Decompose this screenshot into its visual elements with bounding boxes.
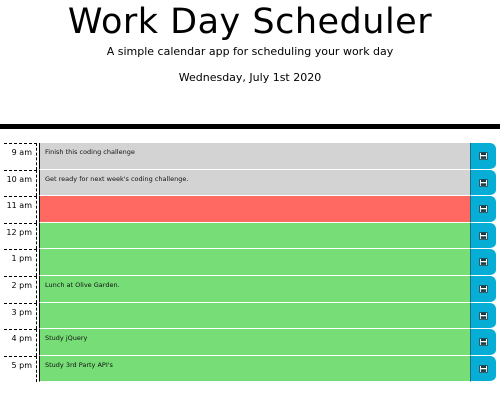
save-button[interactable]	[470, 275, 496, 303]
time-block-row: 5 pm Study 3rd Party API's	[0, 355, 500, 383]
page-subtitle: A simple calendar app for scheduling you…	[106, 45, 394, 58]
save-button[interactable]	[470, 196, 496, 223]
current-day: Wednesday, July 1st 2020	[178, 71, 322, 84]
hour-label: 5 pm	[4, 355, 37, 383]
header-divider	[0, 124, 500, 129]
time-block-row: 12 pm	[0, 222, 500, 250]
time-block-row: 9 am Finish this coding challenge	[0, 143, 500, 170]
save-button[interactable]	[470, 302, 496, 330]
page-title: Work Day Scheduler	[67, 2, 433, 42]
event-description[interactable]: Study 3rd Party API's	[39, 355, 470, 383]
hour-label: 12 pm	[4, 222, 37, 250]
floppy-disk-icon	[479, 285, 488, 293]
hour-label: 11 am	[4, 196, 37, 223]
save-button[interactable]	[470, 169, 496, 197]
event-description[interactable]: Finish this coding challenge	[39, 143, 470, 170]
hour-label: 9 am	[4, 143, 37, 170]
header-jumbotron: Work Day Scheduler A simple calendar app…	[0, 0, 500, 129]
time-block-row: 3 pm	[0, 302, 500, 330]
event-description[interactable]: Lunch at Olive Garden.	[39, 275, 470, 303]
planner: 9 am Finish this coding challenge 10 am Get…	[0, 143, 500, 383]
floppy-disk-icon	[479, 152, 488, 160]
event-description[interactable]: Get ready for next week's coding challen…	[39, 169, 470, 197]
floppy-disk-icon	[479, 178, 488, 187]
event-description[interactable]	[39, 196, 470, 223]
event-description[interactable]	[39, 222, 470, 250]
hour-label: 3 pm	[4, 302, 37, 330]
time-block-row: 4 pm Study jQuery	[0, 329, 500, 356]
event-description[interactable]	[39, 302, 470, 330]
floppy-disk-icon	[479, 311, 488, 320]
save-button[interactable]	[470, 329, 496, 356]
time-block-row: 10 am Get ready for next week's coding ch…	[0, 169, 500, 197]
floppy-disk-icon	[479, 364, 488, 373]
save-button[interactable]	[470, 249, 496, 276]
time-block-row: 2 pm Lunch at Olive Garden.	[0, 275, 500, 303]
floppy-disk-icon	[479, 258, 488, 267]
floppy-disk-icon	[479, 231, 488, 240]
event-description[interactable]: Study jQuery	[39, 329, 470, 356]
floppy-disk-icon	[479, 205, 488, 214]
time-block-row: 1 pm	[0, 249, 500, 276]
floppy-disk-icon	[479, 338, 488, 347]
save-button[interactable]	[470, 222, 496, 250]
hour-label: 1 pm	[4, 249, 37, 276]
event-description[interactable]	[39, 249, 470, 276]
hour-label: 4 pm	[4, 329, 37, 356]
hour-label: 2 pm	[4, 275, 37, 303]
save-button[interactable]	[470, 143, 496, 170]
hour-label: 10 am	[4, 169, 37, 197]
time-block-row: 11 am	[0, 196, 500, 223]
save-button[interactable]	[470, 355, 496, 383]
